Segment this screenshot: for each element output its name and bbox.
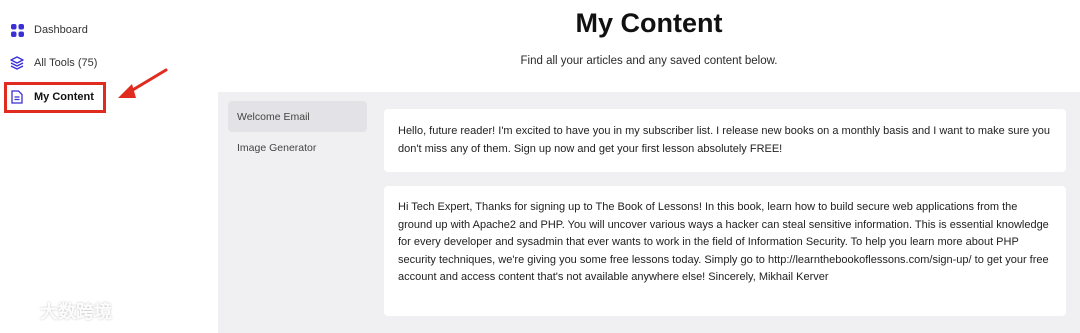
tab-welcome-email[interactable]: Welcome Email <box>228 101 367 132</box>
watermark-text: 大数跨境 <box>40 302 112 322</box>
card-text: Hi Tech Expert, Thanks for signing up to… <box>398 201 1049 283</box>
card-text: Hello, future reader! I'm excited to hav… <box>398 125 1051 155</box>
page-title: My Content <box>575 8 723 38</box>
tab-image-generator[interactable]: Image Generator <box>228 132 367 163</box>
sidebar-item-all-tools[interactable]: All Tools (75) <box>4 47 218 79</box>
content-card[interactable]: Hi Tech Expert, Thanks for signing up to… <box>384 186 1066 316</box>
layers-icon <box>10 56 24 70</box>
watermark-logo-icon <box>8 304 33 318</box>
page-subtitle: Find all your articles and any saved con… <box>520 55 778 67</box>
sidebar-item-label: All Tools (75) <box>34 57 98 69</box>
watermark: 大数跨境 <box>6 298 112 324</box>
arrow-annotation <box>118 68 168 98</box>
sidebar: Dashboard All Tools (75) My Content <box>0 0 218 333</box>
sidebar-item-dashboard[interactable]: Dashboard <box>4 14 218 46</box>
content-panel: Welcome Email Image Generator Hello, fut… <box>218 92 1080 333</box>
sidebar-item-label: Dashboard <box>34 24 88 36</box>
highlight-box <box>4 82 106 113</box>
grid-icon <box>10 23 24 37</box>
content-card[interactable]: Hello, future reader! I'm excited to hav… <box>384 109 1066 172</box>
